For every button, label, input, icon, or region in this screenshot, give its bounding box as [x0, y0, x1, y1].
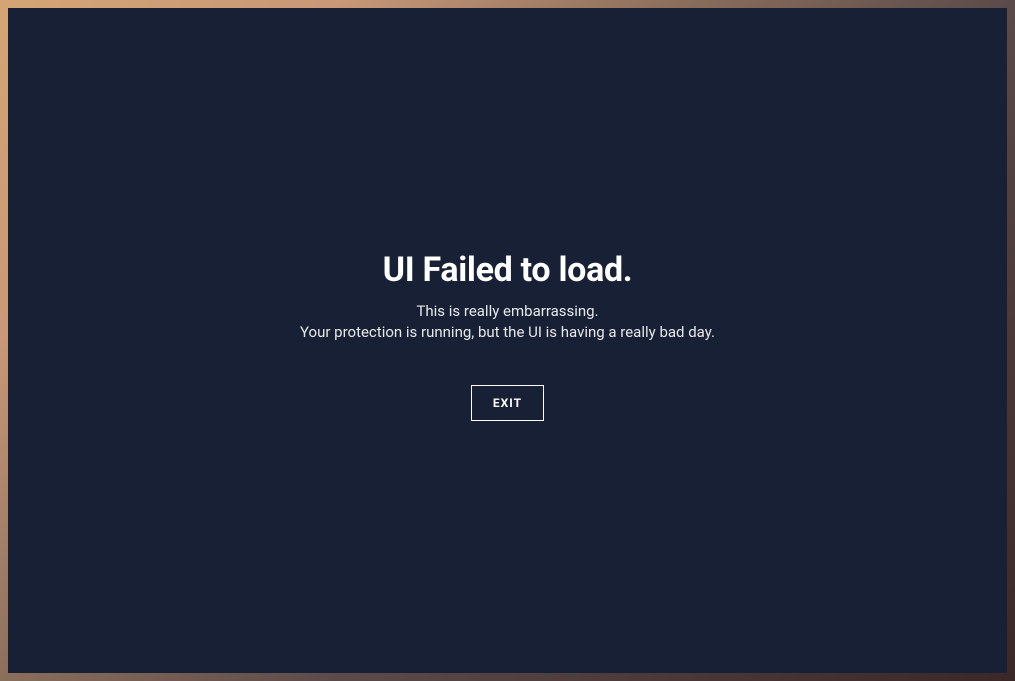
- error-container: UI Failed to load. This is really embarr…: [300, 250, 715, 421]
- error-panel: UI Failed to load. This is really embarr…: [8, 8, 1007, 673]
- error-message-line-2: Your protection is running, but the UI i…: [300, 323, 715, 341]
- exit-button[interactable]: EXIT: [471, 385, 544, 421]
- error-heading: UI Failed to load.: [383, 250, 633, 290]
- error-message-line-1: This is really embarrassing.: [416, 302, 598, 320]
